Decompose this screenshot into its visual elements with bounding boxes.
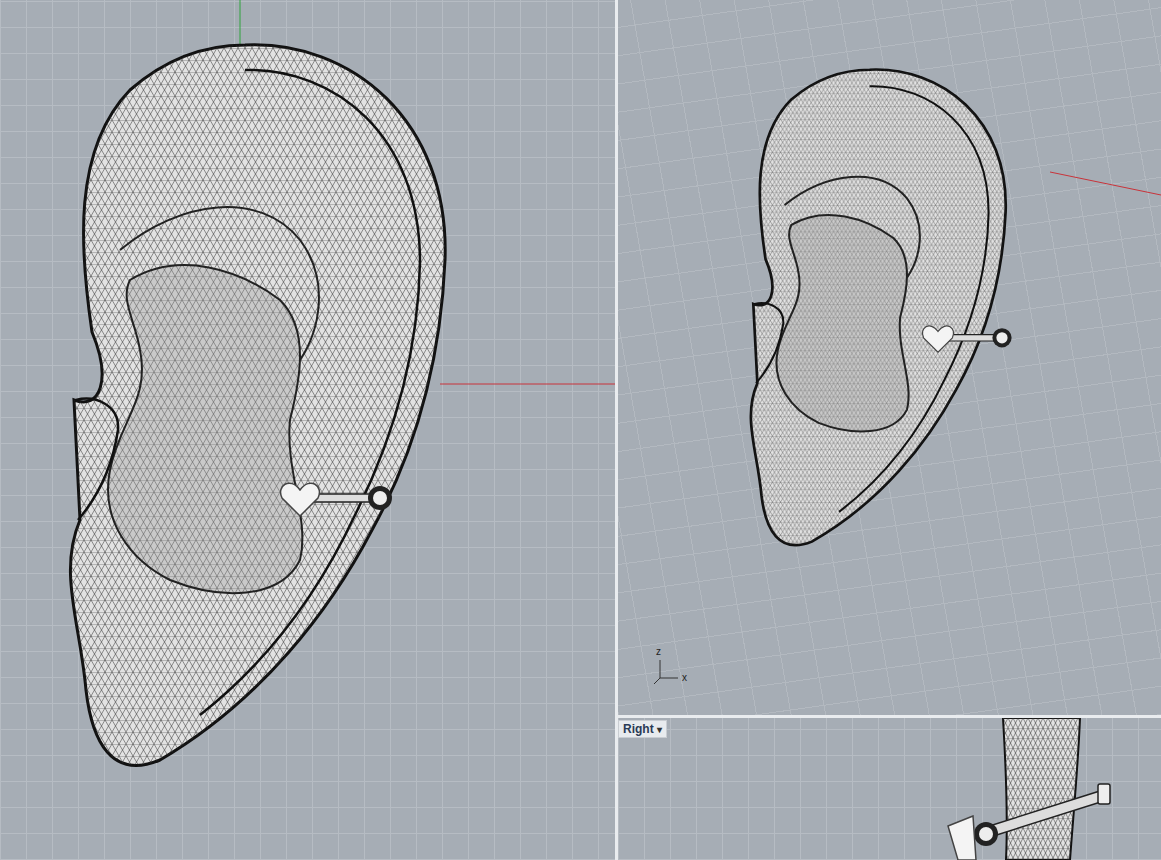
tragus [76, 399, 118, 520]
concha [108, 265, 302, 593]
y-axis-line [240, 0, 241, 48]
viewport-title-tab[interactable]: Right▾ [618, 720, 667, 738]
ear-model-front[interactable] [0, 0, 615, 860]
perspective-viewport[interactable]: zx [618, 0, 1161, 715]
perspective-left-viewport[interactable] [0, 0, 615, 860]
ear-outline [70, 45, 445, 766]
axis-label: z [656, 646, 661, 657]
dropdown-icon[interactable]: ▾ [657, 724, 662, 735]
earring[interactable] [281, 483, 392, 516]
x-axis-line [1050, 172, 1161, 195]
axis-widget: zx [652, 640, 712, 690]
x-axis-line [440, 384, 615, 385]
ear-mesh [70, 45, 445, 766]
earring[interactable] [922, 326, 1011, 352]
ear-model-perspective[interactable] [618, 0, 1161, 715]
ear-side [1003, 718, 1080, 860]
right-viewport[interactable]: Right▾ [618, 718, 1161, 860]
rhino-workspace: zxRight▾ [0, 0, 1161, 860]
ear [751, 70, 1006, 546]
ear-model-side[interactable] [618, 718, 1161, 860]
right-column: zxRight▾ [618, 0, 1161, 860]
axis-label: x [682, 672, 687, 683]
viewport-title: Right [623, 722, 654, 736]
earring[interactable] [948, 784, 1110, 860]
